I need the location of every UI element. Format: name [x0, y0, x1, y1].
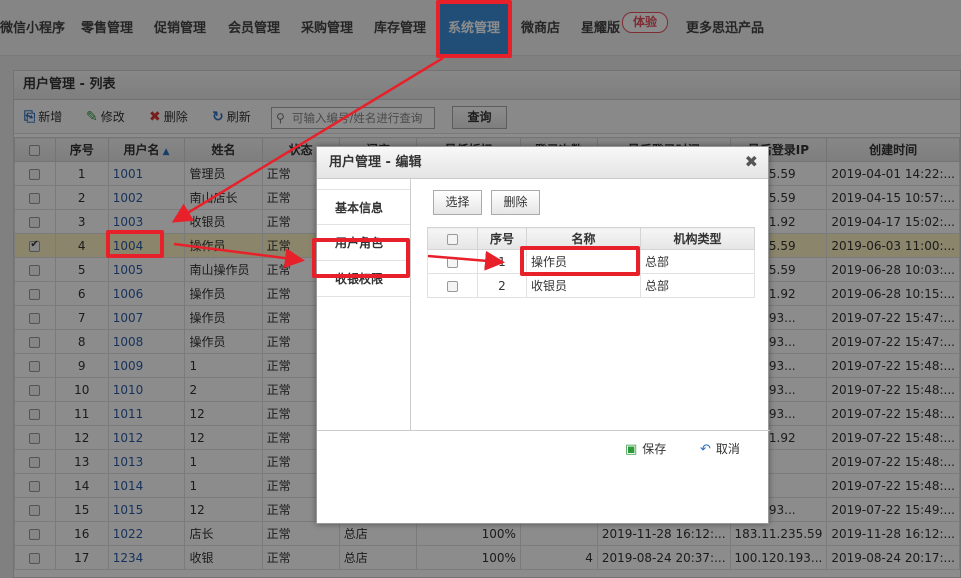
role-name: 操作员 — [526, 249, 641, 274]
role-col-no: 序号 — [477, 227, 527, 250]
role-no: 2 — [477, 273, 527, 298]
role-row[interactable]: 1 操作员 总部 — [427, 249, 755, 274]
role-row[interactable]: 2 收银员 总部 — [427, 273, 755, 298]
role-org: 总部 — [640, 249, 755, 274]
save-button[interactable]: ▣ 保存 — [625, 439, 666, 459]
role-name: 收银员 — [526, 273, 641, 298]
tab-cashier-permission[interactable]: 收银权限 — [317, 261, 410, 297]
role-table: 序号 名称 机构类型 1 操作员 总部 2 收银员 总部 — [427, 227, 755, 298]
role-select-checkbox[interactable] — [447, 280, 458, 292]
role-select-checkbox[interactable] — [447, 256, 458, 268]
save-label: 保存 — [642, 442, 667, 456]
tab-user-role[interactable]: 用户角色 — [317, 225, 410, 261]
dialog-delete-button[interactable]: 删除 — [491, 190, 540, 215]
edit-dialog: 用户管理 - 编辑 ✖ 基本信息 用户角色 收银权限 选择 删除 序号 名称 机… — [316, 146, 770, 524]
undo-icon: ↶ — [700, 442, 711, 457]
role-select-all-checkbox[interactable] — [447, 233, 458, 245]
dialog-title: 用户管理 - 编辑 — [317, 147, 768, 179]
role-no: 1 — [477, 249, 527, 274]
select-button[interactable]: 选择 — [433, 190, 482, 215]
cancel-button[interactable]: ↶ 取消 — [700, 439, 740, 459]
dialog-divider — [317, 430, 770, 431]
tab-basic-info[interactable]: 基本信息 — [317, 189, 410, 225]
role-table-header: 序号 名称 机构类型 — [427, 227, 755, 250]
role-col-name: 名称 — [526, 227, 641, 250]
role-col-check[interactable] — [427, 227, 478, 250]
role-col-org: 机构类型 — [640, 227, 755, 250]
close-icon[interactable]: ✖ — [745, 152, 758, 171]
dialog-tabs: 基本信息 用户角色 收银权限 — [317, 179, 411, 430]
cancel-label: 取消 — [715, 442, 740, 456]
save-icon: ▣ — [625, 442, 638, 457]
role-row-checkbox[interactable] — [427, 273, 478, 298]
role-org: 总部 — [640, 273, 755, 298]
role-row-checkbox[interactable] — [427, 249, 478, 274]
